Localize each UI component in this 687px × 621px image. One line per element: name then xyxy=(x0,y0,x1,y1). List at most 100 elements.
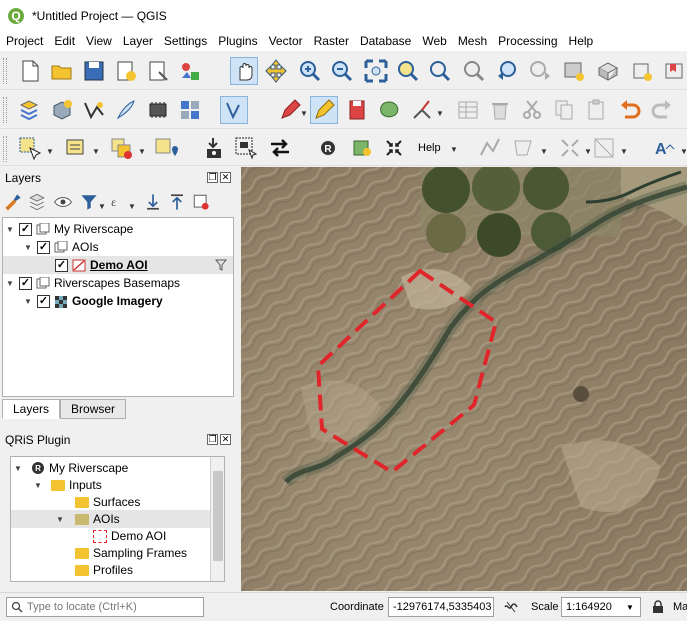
save-project-icon[interactable] xyxy=(80,57,108,85)
new-project-icon[interactable] xyxy=(16,57,44,85)
open-project-icon[interactable] xyxy=(48,57,76,85)
remove-layer-icon[interactable] xyxy=(190,190,212,214)
new-print-layout-icon[interactable] xyxy=(112,57,140,85)
qris-tree-item[interactable]: Demo AOI xyxy=(93,527,166,545)
pan-map-icon[interactable] xyxy=(230,57,258,85)
chevron-down-icon[interactable]: ▼ xyxy=(450,145,458,154)
qris-scrollbar[interactable] xyxy=(210,457,224,581)
menu-database[interactable]: Database xyxy=(354,31,416,51)
expand-arrow-icon[interactable]: ▼ xyxy=(5,279,15,288)
expand-all-icon[interactable] xyxy=(142,190,164,214)
layer-visibility-checkbox[interactable]: ✓ xyxy=(55,258,68,272)
select-region-camera-icon[interactable] xyxy=(232,134,260,162)
close-panel-icon[interactable]: ✕ xyxy=(220,434,231,445)
expand-arrow-icon[interactable]: ▼ xyxy=(23,297,33,306)
menu-raster[interactable]: Raster xyxy=(308,31,354,51)
chevron-down-icon[interactable]: ▼ xyxy=(300,109,308,118)
data-source-manager-icon[interactable] xyxy=(16,96,44,124)
style-manager-icon[interactable] xyxy=(176,57,204,85)
zoom-last-icon[interactable] xyxy=(494,57,522,85)
coordinate-field[interactable]: -12976174,5335403 xyxy=(388,597,494,617)
new-bookmark-icon[interactable] xyxy=(628,57,656,85)
float-panel-icon[interactable]: ❐ xyxy=(207,172,218,183)
collapse-arrows-icon[interactable] xyxy=(380,134,408,162)
zoom-to-selection-icon[interactable] xyxy=(394,57,422,85)
expand-arrow-icon[interactable]: ▼ xyxy=(5,225,15,234)
new-3d-map-view-icon[interactable] xyxy=(594,57,622,85)
digitize-vertices-icon[interactable] xyxy=(80,96,108,124)
new-map-view-icon[interactable] xyxy=(560,57,588,85)
chevron-down-icon[interactable]: ▼ xyxy=(626,603,634,612)
tab-layers[interactable]: Layers xyxy=(2,399,61,419)
collapse-all-icon[interactable] xyxy=(166,190,188,214)
new-geopackage-layer-icon[interactable] xyxy=(48,96,76,124)
layer-row[interactable]: ▼ ✓ Google Imagery xyxy=(23,292,163,310)
redo-icon[interactable] xyxy=(648,96,676,124)
zoom-full-icon[interactable] xyxy=(362,57,390,85)
qris-tree-item[interactable]: Profiles xyxy=(61,561,133,579)
save-layer-edits-icon[interactable] xyxy=(344,96,372,124)
locator-input[interactable] xyxy=(27,601,197,613)
qris-tree-item[interactable]: ▼ Inputs xyxy=(33,476,102,494)
expand-arrow-icon[interactable]: ▼ xyxy=(33,481,43,490)
menu-processing[interactable]: Processing xyxy=(492,31,562,51)
menu-help[interactable]: Help xyxy=(563,31,599,51)
layer-visibility-checkbox[interactable]: ✓ xyxy=(37,240,50,254)
temporary-scratch-layer-icon[interactable] xyxy=(144,96,172,124)
menu-view[interactable]: View xyxy=(80,31,117,51)
pan-to-selection-icon[interactable] xyxy=(262,57,290,85)
help-button[interactable]: Help xyxy=(418,142,441,154)
chevron-down-icon[interactable]: ▼ xyxy=(680,147,687,156)
toolbar-grip[interactable] xyxy=(3,58,7,84)
layer-visibility-checkbox[interactable]: ✓ xyxy=(19,222,32,236)
paste-features-icon[interactable] xyxy=(582,96,610,124)
extents-toggle-icon[interactable] xyxy=(503,599,519,615)
riverscapes-r-icon[interactable]: R xyxy=(314,134,342,162)
select-features-icon[interactable] xyxy=(16,134,44,162)
menu-layer[interactable]: Layer xyxy=(117,31,158,51)
tab-browser[interactable]: Browser xyxy=(60,399,127,419)
reshape-features-icon[interactable] xyxy=(510,134,538,162)
deselect-features-icon[interactable] xyxy=(108,134,136,162)
float-panel-icon[interactable]: ❐ xyxy=(207,434,218,445)
menu-mesh[interactable]: Mesh xyxy=(452,31,492,51)
lock-icon[interactable] xyxy=(652,600,664,614)
offset-curve-icon[interactable] xyxy=(556,134,584,162)
modify-attributes-icon[interactable] xyxy=(454,96,482,124)
zoom-native-icon[interactable] xyxy=(460,57,488,85)
menu-vector[interactable]: Vector xyxy=(263,31,308,51)
add-plugin-layer-icon[interactable] xyxy=(348,134,376,162)
chevron-down-icon[interactable]: ▼ xyxy=(540,147,548,156)
chevron-down-icon[interactable]: ▼ xyxy=(92,147,100,156)
add-polygon-feature-icon[interactable] xyxy=(376,96,404,124)
split-features-icon[interactable] xyxy=(590,134,618,162)
qris-tree-item[interactable]: Surfaces xyxy=(61,493,140,511)
toolbar-grip[interactable] xyxy=(3,97,7,123)
zoom-in-icon[interactable] xyxy=(296,57,324,85)
zoom-next-icon[interactable] xyxy=(526,57,554,85)
chevron-down-icon[interactable]: ▼ xyxy=(128,202,136,211)
qris-tree-item-selected[interactable]: ▼ AOIs xyxy=(11,510,210,528)
locator-box[interactable] xyxy=(6,597,204,617)
chevron-down-icon[interactable]: ▼ xyxy=(46,147,54,156)
menu-web[interactable]: Web xyxy=(416,31,451,51)
pen-feather-icon[interactable] xyxy=(112,96,140,124)
label-tool-icon[interactable]: A xyxy=(650,134,678,162)
close-panel-icon[interactable]: ✕ xyxy=(220,172,231,183)
delete-selected-icon[interactable] xyxy=(486,96,514,124)
add-group-icon[interactable] xyxy=(26,190,48,214)
undo-icon[interactable] xyxy=(616,96,644,124)
chevron-down-icon[interactable]: ▼ xyxy=(138,147,146,156)
scrollbar-thumb[interactable] xyxy=(213,471,223,561)
layer-filter-icon[interactable] xyxy=(215,259,227,271)
copy-features-icon[interactable] xyxy=(550,96,578,124)
zoom-to-layer-icon[interactable] xyxy=(426,57,454,85)
chevron-down-icon[interactable]: ▼ xyxy=(98,202,106,211)
expand-arrow-icon[interactable]: ▼ xyxy=(55,515,65,524)
toggle-editing-icon[interactable] xyxy=(310,96,338,124)
layer-visibility-checkbox[interactable]: ✓ xyxy=(19,276,32,290)
menu-settings[interactable]: Settings xyxy=(158,31,212,51)
chevron-down-icon[interactable]: ▼ xyxy=(436,109,444,118)
cut-features-icon[interactable] xyxy=(518,96,546,124)
select-by-value-icon[interactable] xyxy=(62,134,90,162)
